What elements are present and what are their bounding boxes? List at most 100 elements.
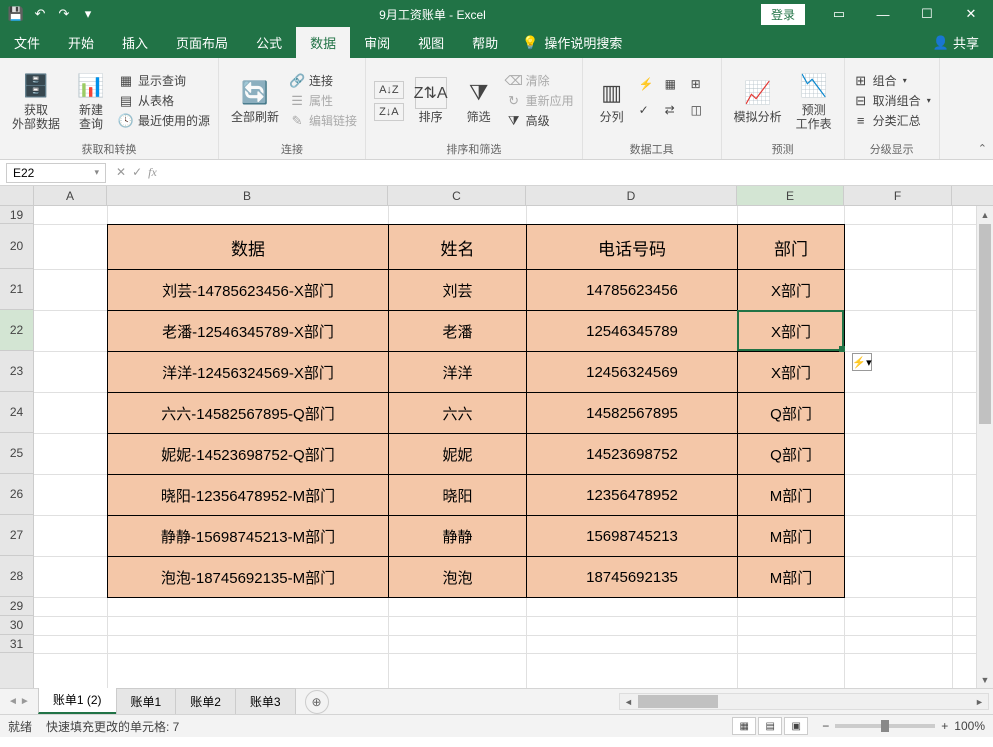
close-icon[interactable]: ✕	[949, 0, 993, 28]
zoom-in-icon[interactable]: +	[941, 719, 948, 733]
cancel-icon[interactable]: ✕	[116, 165, 126, 180]
table-cell[interactable]: M部门	[738, 475, 845, 516]
table-cell[interactable]: Q部门	[738, 393, 845, 434]
sheet-tab[interactable]: 账单1 (2)	[38, 686, 117, 714]
hscroll-thumb[interactable]	[638, 695, 718, 708]
flash-fill-options-icon[interactable]: ⚡▾	[852, 353, 872, 371]
sheet-tab[interactable]: 账单1	[116, 688, 177, 714]
whatif-button[interactable]: 📈 模拟分析	[730, 75, 786, 126]
table-cell[interactable]: 洋洋	[389, 352, 527, 393]
tab-layout[interactable]: 页面布局	[162, 27, 242, 58]
vertical-scrollbar[interactable]: ▲ ▼	[976, 206, 993, 688]
page-layout-view-icon[interactable]: ▤	[758, 717, 782, 735]
ungroup-button[interactable]: ⊟取消组合▾	[853, 92, 931, 109]
column-header-E[interactable]: E	[737, 186, 844, 205]
tab-review[interactable]: 审阅	[350, 27, 404, 58]
minimize-icon[interactable]: —	[861, 0, 905, 28]
tab-help[interactable]: 帮助	[458, 27, 512, 58]
sort-button[interactable]: Z⇅A 排序	[410, 75, 452, 126]
sheet-tab[interactable]: 账单3	[235, 688, 296, 714]
row-header-27[interactable]: 27	[0, 515, 33, 556]
data-model-icon[interactable]: ◫	[691, 103, 713, 125]
recent-sources-button[interactable]: 🕓最近使用的源	[118, 112, 210, 129]
save-icon[interactable]: 💾	[8, 6, 24, 22]
tab-data[interactable]: 数据	[296, 27, 350, 58]
refresh-all-button[interactable]: 🔄 全部刷新	[227, 75, 283, 126]
fx-icon[interactable]: fx	[148, 165, 157, 180]
scroll-left-icon[interactable]: ◄	[620, 694, 637, 709]
consolidate-icon[interactable]: ⊞	[691, 77, 713, 99]
sort-desc-icon[interactable]: Z↓A	[374, 103, 404, 121]
redo-icon[interactable]: ↷	[56, 6, 72, 22]
chevron-down-icon[interactable]: ▾	[94, 167, 99, 178]
confirm-icon[interactable]: ✓	[132, 165, 142, 180]
filter-button[interactable]: ⧩ 筛选	[458, 75, 500, 126]
sheet-nav-first-icon[interactable]: ◄	[8, 696, 18, 707]
table-cell[interactable]: 刘芸-14785623456-X部门	[108, 270, 389, 311]
qat-customize-icon[interactable]: ▾	[80, 6, 96, 22]
scroll-up-icon[interactable]: ▲	[977, 206, 993, 223]
maximize-icon[interactable]: ☐	[905, 0, 949, 28]
tab-file[interactable]: 文件	[0, 27, 54, 58]
row-header-23[interactable]: 23	[0, 351, 33, 392]
table-header[interactable]: 部门	[738, 225, 845, 270]
table-cell[interactable]: X部门	[738, 311, 845, 352]
login-button[interactable]: 登录	[761, 4, 805, 25]
sheet-tab[interactable]: 账单2	[175, 688, 236, 714]
relationships-icon[interactable]: ⇄	[665, 103, 687, 125]
zoom-out-icon[interactable]: −	[822, 719, 829, 733]
table-cell[interactable]: 14582567895	[527, 393, 738, 434]
new-query-button[interactable]: 📊 新建 查询	[70, 68, 112, 132]
show-queries-button[interactable]: ▦显示查询	[118, 72, 210, 89]
zoom-slider[interactable]	[835, 724, 935, 728]
scroll-down-icon[interactable]: ▼	[977, 671, 993, 688]
tab-insert[interactable]: 插入	[108, 27, 162, 58]
collapse-ribbon-icon[interactable]: ⌃	[978, 142, 987, 155]
table-cell[interactable]: 静静	[389, 516, 527, 557]
table-cell[interactable]: 晓阳	[389, 475, 527, 516]
row-header-19[interactable]: 19	[0, 206, 33, 224]
scroll-right-icon[interactable]: ►	[971, 694, 988, 709]
column-header-B[interactable]: B	[107, 186, 388, 205]
table-header[interactable]: 数据	[108, 225, 389, 270]
advanced-filter-button[interactable]: ⧩高级	[506, 112, 574, 129]
table-cell[interactable]: 泡泡	[389, 557, 527, 598]
table-cell[interactable]: 老潘	[389, 311, 527, 352]
subtotal-button[interactable]: ≡分类汇总	[853, 112, 931, 129]
row-header-20[interactable]: 20	[0, 224, 33, 269]
flash-fill-icon[interactable]: ⚡	[639, 77, 661, 99]
table-header[interactable]: 姓名	[389, 225, 527, 270]
table-cell[interactable]: 泡泡-18745692135-M部门	[108, 557, 389, 598]
table-cell[interactable]: 15698745213	[527, 516, 738, 557]
table-cell[interactable]: 14523698752	[527, 434, 738, 475]
table-cell[interactable]: Q部门	[738, 434, 845, 475]
edit-links-button[interactable]: ✎编辑链接	[289, 112, 357, 129]
formula-input[interactable]	[163, 163, 993, 183]
sheet-nav-last-icon[interactable]: ►	[20, 696, 30, 707]
table-cell[interactable]: 12456324569	[527, 352, 738, 393]
table-cell[interactable]: 六六-14582567895-Q部门	[108, 393, 389, 434]
table-cell[interactable]: 12356478952	[527, 475, 738, 516]
row-header-30[interactable]: 30	[0, 616, 33, 635]
ribbon-options-icon[interactable]: ▭	[817, 0, 861, 28]
connections-button[interactable]: 🔗连接	[289, 72, 357, 89]
clear-filter-button[interactable]: ⌫清除	[506, 72, 574, 89]
row-header-22[interactable]: 22	[0, 310, 33, 351]
tab-home[interactable]: 开始	[54, 27, 108, 58]
table-cell[interactable]: X部门	[738, 352, 845, 393]
reapply-button[interactable]: ↻重新应用	[506, 92, 574, 109]
table-header[interactable]: 电话号码	[527, 225, 738, 270]
table-cell[interactable]: M部门	[738, 557, 845, 598]
properties-button[interactable]: ☰属性	[289, 92, 357, 109]
text-to-columns-button[interactable]: ▥ 分列	[591, 75, 633, 126]
table-cell[interactable]: 妮妮	[389, 434, 527, 475]
get-external-data-button[interactable]: 🗄️ 获取 外部数据	[8, 68, 64, 132]
page-break-view-icon[interactable]: ▣	[784, 717, 808, 735]
column-header-D[interactable]: D	[526, 186, 737, 205]
row-header-31[interactable]: 31	[0, 635, 33, 653]
table-cell[interactable]: 静静-15698745213-M部门	[108, 516, 389, 557]
sort-asc-icon[interactable]: A↓Z	[374, 81, 404, 99]
table-cell[interactable]: X部门	[738, 270, 845, 311]
horizontal-scrollbar[interactable]: ◄ ►	[619, 693, 989, 710]
table-cell[interactable]: 妮妮-14523698752-Q部门	[108, 434, 389, 475]
